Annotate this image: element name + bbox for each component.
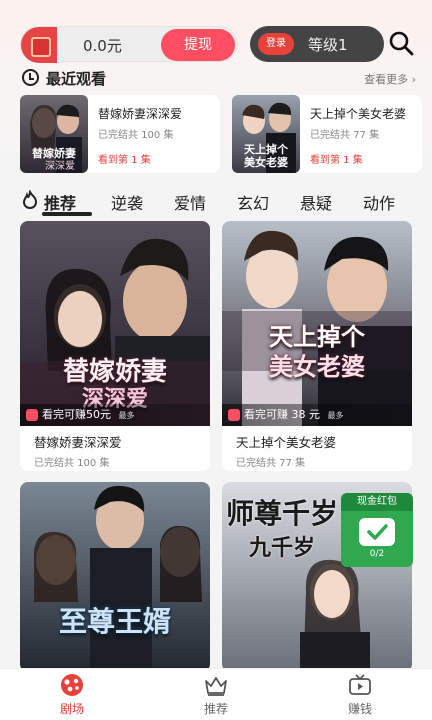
recent-item-title: 替嫁娇妻深深爱: [98, 107, 183, 121]
level-pill[interactable]: 登录 等级1: [250, 26, 384, 62]
recent-thumbnail: 替嫁娇妻 深深爱: [20, 95, 88, 173]
drama-card[interactable]: 至尊王婿: [20, 482, 210, 672]
see-more-link[interactable]: 查看更多 ›: [364, 71, 416, 87]
tab-revenge[interactable]: 逆袭: [111, 190, 143, 214]
top-bar: 0.0元 提现 登录 等级1: [0, 0, 432, 64]
coin-icon: [26, 409, 38, 421]
drama-card[interactable]: 天上掉个 美女老婆 看完可赚 38 元 最多 天上掉个美女老婆 已完结共 77 …: [222, 221, 412, 471]
clock-icon: [22, 69, 39, 86]
theater-icon: [61, 674, 83, 696]
bottom-nav: 剧场 推荐 赚钱: [0, 668, 432, 720]
balance-amount: 0.0元: [83, 37, 122, 55]
recent-item[interactable]: 替嫁娇妻 深深爱 替嫁娇妻深深爱 已完结共 100 集 看到第 1 集: [20, 95, 220, 173]
category-tabs: 推荐 逆袭 爱情 玄幻 悬疑 动作: [20, 186, 420, 216]
drama-poster: 替嫁娇妻 深深爱 看完可赚50元 最多: [20, 221, 210, 426]
level-label: 等级1: [308, 36, 348, 54]
nav-theater-label: 剧场: [59, 702, 84, 716]
withdraw-button[interactable]: 提现: [161, 29, 235, 61]
tab-fantasy[interactable]: 玄幻: [237, 190, 269, 214]
tab-suspense[interactable]: 悬疑: [300, 190, 332, 214]
red-envelope-icon: [21, 27, 57, 63]
drama-card[interactable]: 替嫁娇妻 深深爱 看完可赚50元 最多 替嫁娇妻深深爱 已完结共 100 集: [20, 221, 210, 471]
search-icon[interactable]: [388, 30, 414, 56]
nav-recommend[interactable]: 推荐: [166, 669, 266, 720]
crown-icon: [205, 677, 227, 696]
recent-item-episodes: 已完结共 100 集: [98, 130, 174, 141]
tab-recommend[interactable]: 推荐: [44, 190, 76, 214]
poster-title-line2: 九千岁: [248, 535, 315, 561]
nav-earn[interactable]: 赚钱: [310, 669, 410, 720]
recent-section-header: 最近观看 查看更多 ›: [20, 68, 416, 88]
flame-icon: [22, 190, 38, 210]
drama-title: 天上掉个美女老婆: [236, 435, 337, 450]
nav-earn-label: 赚钱: [347, 702, 372, 716]
recent-item[interactable]: 天上掉个 美女老婆 天上掉个美女老婆 已完结共 77 集 看到第 1 集: [232, 95, 422, 173]
recent-title: 最近观看: [46, 70, 107, 88]
drama-poster: 天上掉个 美女老婆 看完可赚 38 元 最多: [222, 221, 412, 426]
active-tab-indicator: [42, 212, 92, 216]
svg-text:替嫁娇妻: 替嫁娇妻: [32, 146, 76, 160]
wechat-pay-icon: [359, 518, 395, 546]
recent-item-progress: 看到第 1 集: [310, 155, 363, 166]
recent-item-episodes: 已完结共 77 集: [310, 130, 380, 141]
tab-action[interactable]: 动作: [363, 190, 395, 214]
svg-text:深深爱: 深深爱: [45, 159, 75, 172]
reward-max: 最多: [118, 411, 135, 420]
svg-text:天上掉个: 天上掉个: [244, 142, 289, 156]
reward-text: 看完可赚50元: [42, 408, 111, 421]
red-packet-label: 现金红包: [341, 493, 413, 511]
recent-thumbnail: 天上掉个 美女老婆: [232, 95, 300, 173]
nav-recommend-label: 推荐: [203, 702, 228, 716]
drama-episodes: 已完结共 77 集: [236, 458, 306, 469]
poster-title-line1: 师尊千岁: [225, 497, 338, 530]
coin-icon: [228, 409, 240, 421]
red-packet-count: 0/2: [369, 549, 385, 559]
recent-item-title: 天上掉个美女老婆: [310, 107, 407, 121]
reward-max: 最多: [327, 411, 344, 420]
login-badge[interactable]: 登录: [258, 33, 294, 55]
wallet-pill[interactable]: 0.0元 提现: [20, 26, 238, 63]
reward-banner: 看完可赚50元 最多: [20, 404, 210, 426]
tab-romance[interactable]: 爱情: [174, 190, 206, 214]
nav-theater[interactable]: 剧场: [22, 669, 122, 720]
reward-text: 看完可赚 38 元: [244, 408, 320, 421]
tv-icon: [349, 674, 371, 695]
poster-title-line1: 至尊王婿: [58, 605, 171, 638]
cash-red-packet-widget[interactable]: 现金红包 0/2: [341, 493, 413, 567]
drama-title: 替嫁娇妻深深爱: [34, 435, 122, 450]
reward-banner: 看完可赚 38 元 最多: [222, 404, 412, 426]
drama-poster: 至尊王婿: [20, 482, 210, 672]
poster-title-line2: 美女老婆: [269, 352, 365, 381]
svg-text:美女老婆: 美女老婆: [244, 155, 288, 169]
drama-episodes: 已完结共 100 集: [34, 458, 110, 469]
recent-item-progress: 看到第 1 集: [98, 155, 151, 166]
